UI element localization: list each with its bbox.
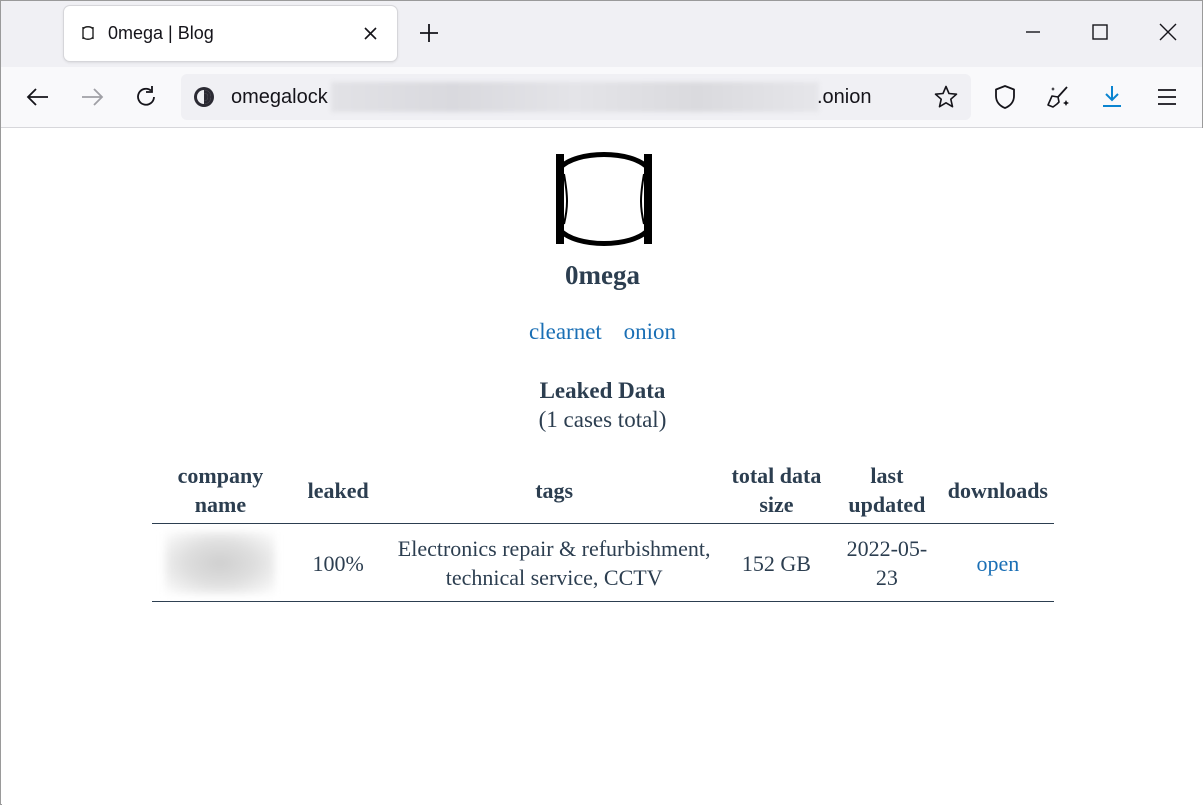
downloads-cell: open xyxy=(941,523,1054,602)
section-subtitle: (1 cases total) xyxy=(538,407,667,432)
minimize-icon[interactable] xyxy=(1022,21,1044,43)
new-tab-icon[interactable] xyxy=(417,21,441,45)
tab-title: 0mega | Blog xyxy=(108,23,214,43)
open-download-link[interactable]: open xyxy=(976,551,1019,576)
shield-icon[interactable] xyxy=(991,83,1019,111)
header-company-name: company name xyxy=(152,461,289,524)
leaked-cell: 100% xyxy=(288,523,388,602)
tab-active[interactable]: 0mega | Blog xyxy=(64,6,397,61)
maximize-icon[interactable] xyxy=(1089,21,1111,43)
nav-toolbar: omegalock .onion xyxy=(1,67,1202,128)
section-title: Leaked Data xyxy=(539,378,666,403)
reload-icon[interactable] xyxy=(132,83,160,111)
table-header-row: company name leaked tags total data size… xyxy=(152,461,1054,524)
onion-link[interactable]: onion xyxy=(624,319,676,344)
omega-favicon-icon xyxy=(82,26,94,40)
header-downloads: downloads xyxy=(941,461,1054,524)
url-bar[interactable]: omegalock .onion xyxy=(181,74,971,120)
url-text-start: omegalock xyxy=(231,86,328,108)
forward-arrow-icon[interactable] xyxy=(78,83,106,111)
close-tab-icon[interactable] xyxy=(362,25,379,42)
url-text-end: .onion xyxy=(817,86,872,108)
browser-window: 0mega | Blog omegalock .onion 0mega clea… xyxy=(0,0,1203,805)
site-links: clearnet onion xyxy=(2,319,1203,345)
tags-cell: Electronics repair & refurbishment, tech… xyxy=(387,523,721,602)
company-name-cell xyxy=(152,523,289,602)
header-total-data-size: total data size xyxy=(720,461,833,524)
redacted-company-name xyxy=(165,532,276,594)
hamburger-menu-icon[interactable] xyxy=(1153,83,1181,111)
close-window-icon[interactable] xyxy=(1157,21,1179,43)
leaks-table: company name leaked tags total data size… xyxy=(152,461,1054,602)
back-arrow-icon[interactable] xyxy=(24,83,52,111)
new-identity-broom-icon[interactable] xyxy=(1045,83,1073,111)
bookmark-star-icon[interactable] xyxy=(933,84,959,110)
omega-logo xyxy=(556,152,652,246)
header-last-updated: last updated xyxy=(832,461,942,524)
total-size-cell: 152 GB xyxy=(720,523,833,602)
last-updated-cell: 2022-05-23 xyxy=(832,523,942,602)
download-icon[interactable] xyxy=(1098,83,1126,111)
header-leaked: leaked xyxy=(288,461,388,524)
table-row: 100% Electronics repair & refurbishment,… xyxy=(152,523,1054,602)
url-redacted xyxy=(331,82,819,112)
onion-site-icon xyxy=(194,87,214,107)
tab-strip: 0mega | Blog xyxy=(1,1,1202,67)
page-content: 0mega clearnet onion Leaked Data (1 case… xyxy=(2,128,1203,805)
site-name: 0mega xyxy=(565,260,640,290)
clearnet-link[interactable]: clearnet xyxy=(529,319,602,344)
header-tags: tags xyxy=(387,461,721,524)
